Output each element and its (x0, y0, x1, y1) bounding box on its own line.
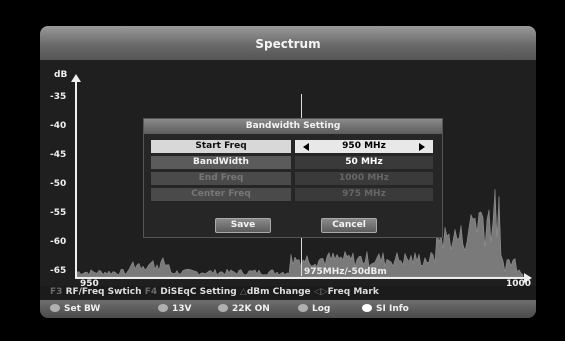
arrow-left-icon[interactable] (303, 143, 309, 151)
center-freq-row: Center Freq 975 MHz (151, 188, 433, 201)
f3-key: F3 (50, 287, 63, 297)
y-tick: -40 (50, 121, 67, 131)
log-key[interactable]: Log (298, 303, 330, 315)
x-axis-line (75, 277, 525, 279)
set-bw-key[interactable]: Set BW (50, 303, 100, 315)
y-axis-unit: dB (54, 70, 68, 80)
center-freq-value: 975 MHz (295, 188, 433, 201)
log-label: Log (312, 304, 331, 314)
y-axis-line (75, 82, 77, 278)
marker-readout: 975MHz/-50dBm (304, 267, 387, 277)
end-freq-label: End Freq (151, 172, 291, 185)
y-tick: -55 (50, 208, 67, 218)
cancel-button[interactable]: Cancel (321, 218, 377, 233)
22k-on-label: 22K ON (232, 304, 270, 314)
bandwidth-row[interactable]: BandWidth 50 MHz (151, 156, 433, 169)
y-tick: -60 (50, 237, 67, 247)
white-button-icon (362, 303, 372, 312)
color-key-legend: Set BW 13V 22K ON Log SI Info (40, 300, 536, 318)
spectrum-screen: Spectrum dB -35 -40 -45 -50 -55 -60 -65 … (40, 26, 536, 318)
set-bw-label: Set BW (64, 304, 101, 314)
diseqc-setting-hint: DiSEqC Setting (160, 287, 237, 297)
y-tick: -65 (50, 266, 67, 276)
dbm-change-hint: dBm Change (246, 287, 311, 297)
end-freq-row: End Freq 1000 MHz (151, 172, 433, 185)
save-button[interactable]: Save (215, 218, 271, 233)
start-freq-label: Start Freq (151, 140, 291, 153)
si-info-label: SI Info (376, 304, 409, 314)
bandwidth-setting-dialog: Bandwidth Setting Start Freq 950 MHz Ban… (143, 118, 443, 238)
y-tick: -35 (50, 92, 67, 102)
freq-mark-hint: Freq Mark (327, 287, 379, 297)
grey-button-icon (218, 303, 228, 312)
start-freq-row[interactable]: Start Freq 950 MHz (151, 140, 433, 153)
rf-freq-switch-hint: RF/Freq Swtich (65, 287, 142, 297)
grey-button-icon (298, 303, 308, 312)
y-tick: -50 (50, 179, 67, 189)
start-freq-value-text: 950 MHz (342, 141, 386, 151)
y-tick: -45 (50, 150, 67, 160)
arrow-right-icon[interactable] (419, 143, 425, 151)
up-down-key-icon: △ (239, 287, 247, 297)
f4-key: F4 (144, 287, 158, 297)
center-freq-label: Center Freq (151, 188, 291, 201)
13v-key[interactable]: 13V (158, 303, 192, 315)
help-bar: F3 RF/Freq Swtich F4 DiSEqC Setting △dBm… (50, 287, 530, 299)
start-freq-value[interactable]: 950 MHz (295, 140, 433, 153)
si-info-key[interactable]: SI Info (362, 303, 409, 315)
left-right-key-icon: ◁▷ (313, 287, 328, 297)
grey-button-icon (158, 303, 168, 312)
bandwidth-label: BandWidth (151, 156, 291, 169)
grey-button-icon (50, 303, 60, 312)
dialog-title: Bandwidth Setting (144, 119, 442, 134)
13v-label: 13V (172, 304, 192, 314)
y-axis-arrow-icon (71, 74, 81, 82)
bandwidth-value[interactable]: 50 MHz (295, 156, 433, 169)
22k-on-key[interactable]: 22K ON (218, 303, 270, 315)
end-freq-value: 1000 MHz (295, 172, 433, 185)
